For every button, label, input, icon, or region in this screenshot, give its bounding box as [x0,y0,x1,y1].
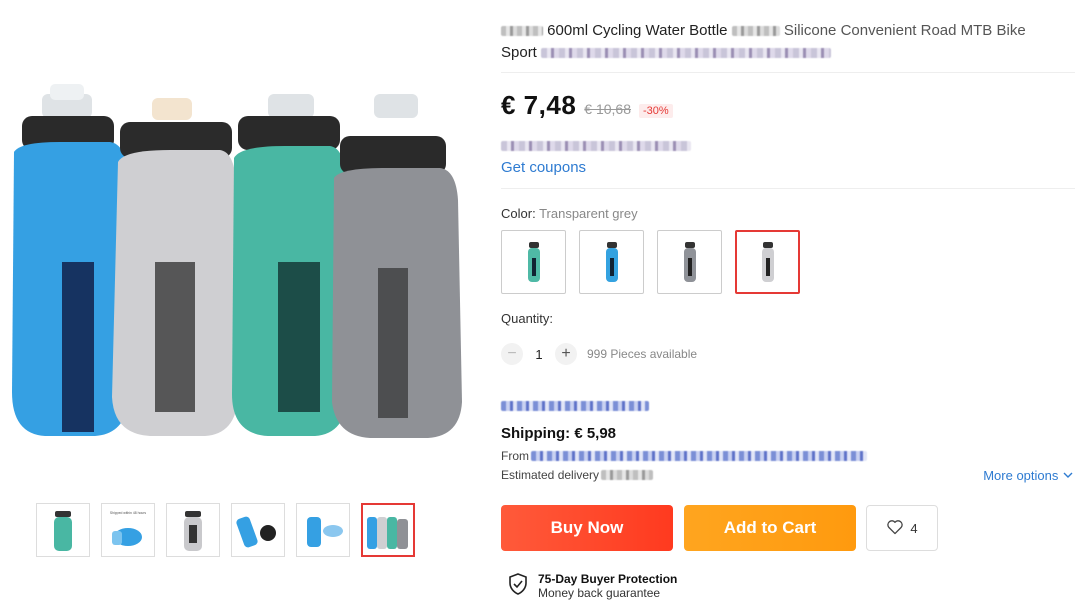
selected-color: Transparent grey [539,206,638,221]
thumbnail-4[interactable] [231,503,285,557]
title-divider [501,72,1075,73]
bottle-blue [12,84,130,436]
chevron-down-icon [1062,468,1074,483]
swatch-transparent-grey[interactable] [735,230,800,294]
promo-line [501,397,649,415]
thumbnail-6[interactable] [361,503,415,557]
quantity-increase-button[interactable]: + [555,343,577,365]
product-title-main: 600ml Cycling Water Bottle [547,22,728,39]
estimated-delivery: Estimated delivery [501,468,654,482]
shipping-from: From [501,449,867,463]
product-title: 600ml Cycling Water Bottle Silicone Conv… [501,20,1041,64]
swatch-grey[interactable] [657,230,722,294]
discount-badge: -30% [639,104,673,118]
thumbnail-strip: Shipped within 48 hours [36,503,415,557]
more-options-link[interactable]: More options [983,468,1074,483]
product-title-line2: Sport [501,44,537,61]
bottle-clear [112,98,238,436]
thumbnail-3[interactable] [166,503,220,557]
heart-icon [886,519,904,538]
wishlist-button[interactable]: 4 [866,505,938,551]
store-promo-line [501,137,691,155]
protection-title: 75-Day Buyer Protection [538,572,678,586]
add-to-cart-button[interactable]: Add to Cart [684,505,856,551]
main-product-image[interactable] [0,72,480,472]
original-price: € 10,68 [584,101,632,117]
swatch-teal[interactable] [501,230,566,294]
bottle-teal [232,94,348,436]
thumbnail-2[interactable]: Shipped within 48 hours [101,503,155,557]
pieces-available: 999 Pieces available [587,347,698,361]
thumbnail-5[interactable] [296,503,350,557]
bottle-grey [332,94,462,438]
get-coupons-link[interactable]: Get coupons [501,159,586,176]
color-swatches [501,230,800,294]
current-price: € 7,48 [501,90,577,120]
swatch-blue[interactable] [579,230,644,294]
buyer-protection: 75-Day Buyer Protection Money back guara… [508,572,677,600]
shipping-cost: Shipping: € 5,98 [501,425,617,442]
shipping-from-label: From [501,449,529,463]
color-label-text: Color: [501,206,536,221]
protection-subtitle: Money back guarantee [538,586,661,600]
buy-now-button[interactable]: Buy Now [501,505,673,551]
color-label: Color: Transparent grey [501,206,638,221]
price-row: € 7,48 € 10,68 -30% [501,90,673,121]
price-divider [501,188,1075,189]
product-title-tail: Silicone Convenient Road MTB Bike [783,22,1026,39]
estimated-delivery-label: Estimated delivery [501,468,600,482]
quantity-stepper: − 1 + 999 Pieces available [501,343,697,365]
more-options-label: More options [983,468,1059,483]
quantity-value[interactable]: 1 [533,347,545,362]
wishlist-count: 4 [910,520,918,536]
quantity-label: Quantity: [501,311,554,326]
thumbnail-2-text: Shipped within 48 hours [110,511,146,515]
thumbnail-1[interactable] [36,503,90,557]
shield-check-icon [508,572,528,600]
quantity-decrease-button[interactable]: − [501,343,523,365]
